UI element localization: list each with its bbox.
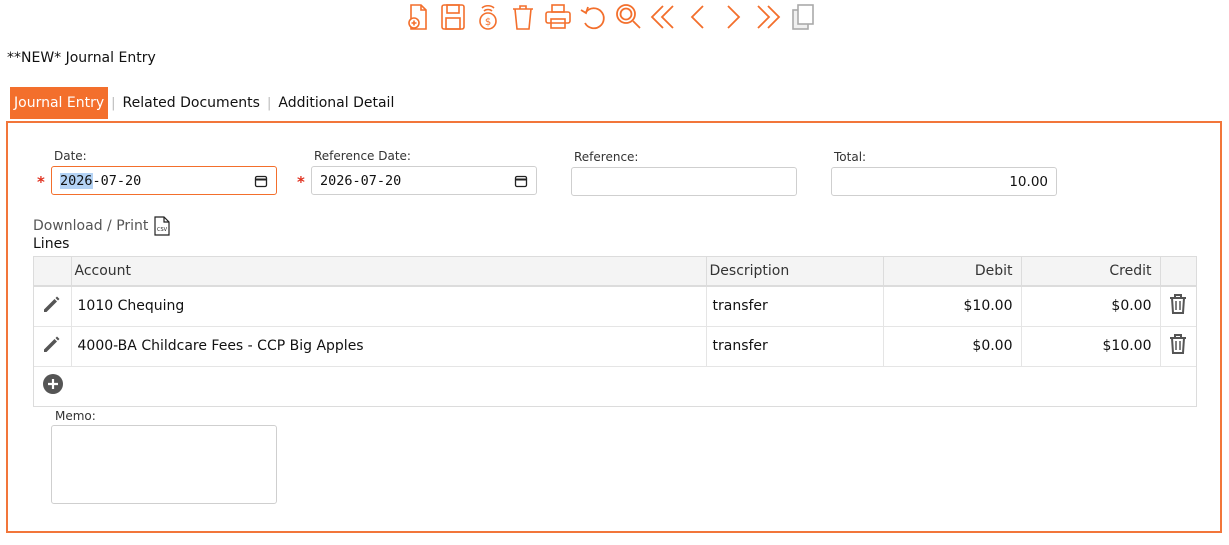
tab-additional-detail[interactable]: Additional Detail: [274, 87, 398, 119]
last-icon[interactable]: [750, 0, 785, 34]
grid-header-row: Account Description Debit Credit: [34, 257, 1196, 287]
total-label: Total:: [834, 150, 867, 164]
debit-cell[interactable]: $10.00: [883, 286, 1022, 327]
copy-icon[interactable]: [785, 0, 820, 34]
account-cell[interactable]: 1010 Chequing: [71, 286, 707, 327]
tab-journal-entry[interactable]: Journal Entry: [10, 87, 109, 119]
search-icon[interactable]: [610, 0, 645, 34]
undo-icon[interactable]: [575, 0, 610, 34]
tab-divider: |: [111, 95, 116, 111]
reference-field[interactable]: [571, 167, 797, 196]
memo-textarea[interactable]: [51, 425, 277, 504]
credit-column-header[interactable]: Credit: [1021, 257, 1161, 287]
credit-cell[interactable]: $10.00: [1021, 326, 1161, 367]
add-cell: [34, 366, 71, 405]
calendar-icon[interactable]: [254, 174, 268, 188]
toolbar: $: [400, 0, 820, 34]
next-icon[interactable]: [715, 0, 750, 34]
date-label: Date:: [54, 149, 87, 163]
memo-label: Memo:: [55, 409, 96, 423]
new-document-icon[interactable]: [400, 0, 435, 34]
previous-icon[interactable]: [680, 0, 715, 34]
save-icon[interactable]: [435, 0, 470, 34]
delete-cell: [1160, 326, 1196, 367]
print-icon[interactable]: [540, 0, 575, 34]
first-icon[interactable]: [645, 0, 680, 34]
reference-date-label: Reference Date:: [314, 149, 411, 163]
edit-column-header: [34, 257, 72, 287]
account-cell[interactable]: 4000-BA Childcare Fees - CCP Big Apples: [71, 326, 707, 367]
table-row: 4000-BA Childcare Fees - CCP Big Apples …: [34, 326, 1196, 367]
debit-cell[interactable]: $0.00: [883, 326, 1022, 367]
pencil-icon[interactable]: [41, 293, 63, 315]
svg-text:$: $: [484, 17, 490, 28]
description-column-header[interactable]: Description: [706, 257, 884, 287]
edit-cell: [34, 286, 72, 327]
credit-cell[interactable]: $0.00: [1021, 286, 1161, 327]
csv-file-icon[interactable]: CSV: [154, 216, 171, 236]
download-print-link[interactable]: Download / Print CSV: [33, 216, 171, 236]
svg-text:CSV: CSV: [157, 227, 168, 233]
total-field[interactable]: 10.00: [831, 167, 1057, 196]
lines-label: Lines: [33, 236, 70, 252]
pencil-icon[interactable]: [41, 333, 63, 355]
table-row: 1010 Chequing transfer $10.00 $0.00: [34, 286, 1196, 327]
lines-grid: Account Description Debit Credit 1010 Ch…: [33, 256, 1197, 407]
money-icon[interactable]: $: [470, 0, 505, 34]
tab-divider: |: [266, 95, 272, 111]
journal-entry-panel: Date: * 2026-07-20 Reference Date: * 202…: [6, 121, 1222, 533]
delete-column-header: [1160, 257, 1196, 287]
reference-label: Reference:: [574, 150, 639, 164]
calendar-icon[interactable]: [514, 174, 528, 188]
description-cell[interactable]: transfer: [706, 286, 884, 327]
description-cell[interactable]: transfer: [706, 326, 884, 367]
edit-cell: [34, 326, 72, 367]
date-field[interactable]: 2026-07-20: [51, 166, 277, 195]
add-row-spacer: [71, 366, 1196, 405]
account-column-header[interactable]: Account: [71, 257, 707, 287]
delete-cell: [1160, 286, 1196, 327]
reference-date-field[interactable]: 2026-07-20: [311, 166, 537, 195]
trash-icon[interactable]: [1168, 333, 1188, 355]
add-line-row: [34, 366, 1196, 405]
required-marker: *: [37, 173, 45, 191]
add-circle-icon[interactable]: [42, 373, 64, 395]
tab-related-documents[interactable]: Related Documents: [119, 87, 264, 119]
trash-icon[interactable]: [505, 0, 540, 34]
tab-bar: Journal Entry | Related Documents | Addi…: [10, 87, 398, 119]
required-marker: *: [297, 173, 305, 191]
trash-icon[interactable]: [1168, 293, 1188, 315]
page-title: **NEW* Journal Entry: [7, 50, 156, 66]
debit-column-header[interactable]: Debit: [883, 257, 1022, 287]
